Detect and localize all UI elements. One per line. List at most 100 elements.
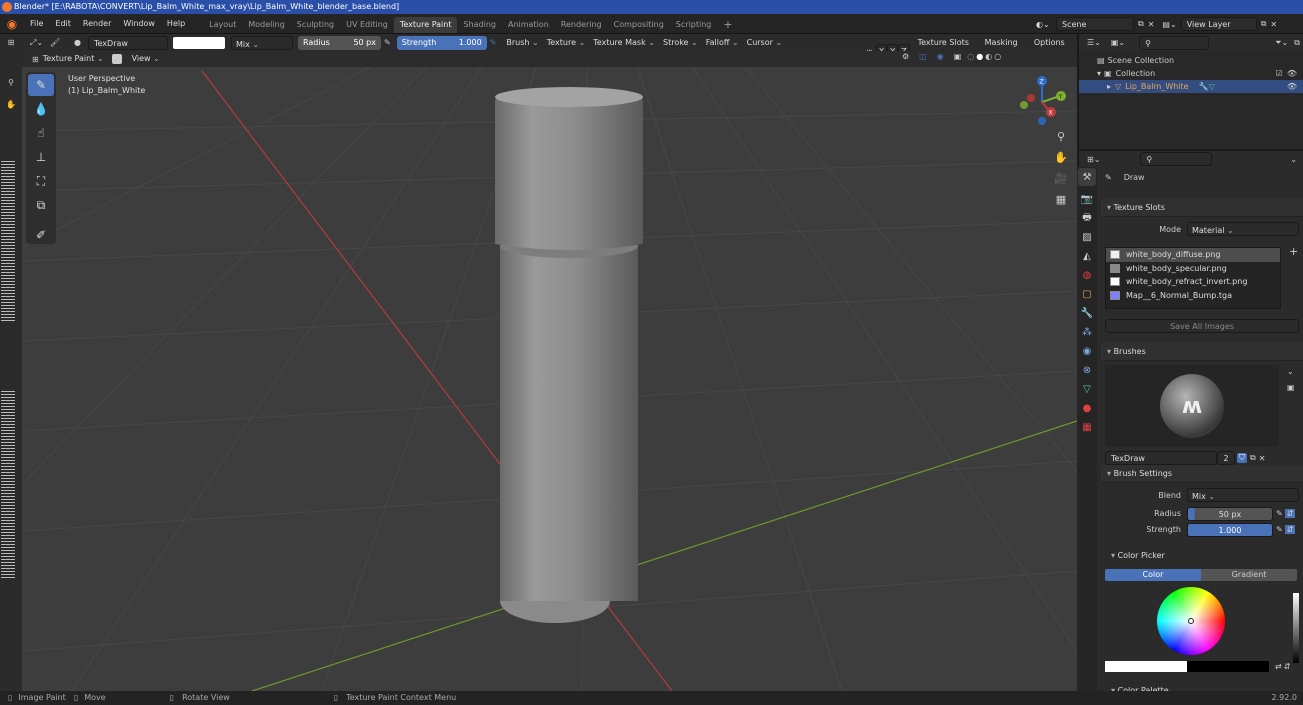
soften-tool-icon[interactable]: 💧 [28,98,54,120]
outliner-row-object[interactable]: ▸ ▽ Lip_Balm_White 🔧 ▽ 👁 [1079,80,1303,93]
pan-view-icon[interactable]: ✋ [1052,151,1070,172]
brush-browse-icon[interactable]: ● [74,38,88,47]
particles-tab-icon[interactable]: ⁂ [1078,323,1096,341]
shading-rendered-icon[interactable]: ○ [994,52,1001,61]
modifier-tab-icon[interactable]: 🔧 [1078,304,1096,322]
blend-dropdown[interactable]: Mix [1187,488,1299,502]
shading-material-icon[interactable]: ◐ [985,52,992,61]
tab-color[interactable]: Color [1105,569,1201,581]
swap-colors-icon[interactable]: ⇄ [1275,662,1282,671]
menu-falloff[interactable]: Falloff [702,35,743,51]
radius-pressure-icon[interactable]: ✎ [384,38,391,47]
outliner-row-scene-collection[interactable]: ▤ Scene Collection [1079,54,1303,67]
properties-editor-icon[interactable]: ⊞⌄ [1087,155,1100,164]
brush-name-field[interactable]: TexDraw [1105,451,1217,465]
mode-dropdown[interactable]: Material [1187,222,1299,236]
brush-settings-header[interactable]: Brush Settings [1101,465,1303,483]
value-slider[interactable] [1293,593,1299,663]
menu-brush[interactable]: Brush [502,35,542,51]
menu-stroke[interactable]: Stroke [659,35,702,51]
menu-render[interactable]: Render [77,14,117,34]
world-tab-icon[interactable]: ◍ [1078,266,1096,284]
overlay-icon[interactable]: ◫ [919,52,927,61]
side-scrollbar[interactable] [1,161,15,321]
tab-compositing[interactable]: Compositing [608,17,670,33]
brushes-header[interactable]: Brushes [1101,343,1303,361]
strength-unit-icon[interactable]: ⇵ [1284,525,1296,534]
fake-user-icon[interactable]: ⛉ [1237,453,1247,463]
add-slot-icon[interactable]: + [1289,245,1298,258]
remove-view-layer-icon[interactable]: ✕ [1270,20,1277,29]
menu-view[interactable]: View [128,51,164,67]
tab-shading[interactable]: Shading [457,17,502,33]
menu-cursor[interactable]: Cursor [743,35,787,51]
new-view-layer-icon[interactable]: ⧉ [1261,19,1267,29]
display-mode-icon[interactable]: ▣⌄ [1111,38,1125,47]
brush-preview[interactable]: ʍ [1105,365,1279,447]
strength-pressure-icon[interactable]: ✎ [490,38,497,47]
tab-layout[interactable]: Layout [203,17,242,33]
3d-viewport[interactable] [22,51,1077,691]
tab-animation[interactable]: Animation [502,17,555,33]
menu-texture-mask[interactable]: Texture Mask [589,35,659,51]
menu-help[interactable]: Help [161,14,191,34]
brush-name-field[interactable]: TexDraw [88,35,168,50]
menu-edit[interactable]: Edit [49,14,77,34]
radius-unit-icon[interactable]: ⇵ [1284,509,1296,518]
texture-slot-item[interactable]: Map__6_Normal_Bump.tga [1106,289,1280,303]
annotate-tool-icon[interactable]: ✐ [28,224,54,246]
primary-color-swatch[interactable] [1105,661,1187,672]
strength-slider[interactable]: Strength 1.000 [396,35,487,50]
brush-add-icon[interactable]: ▣ [1287,383,1295,392]
texture-slot-item[interactable]: white_body_diffuse.png [1106,248,1280,262]
shading-wire-icon[interactable]: ◌ [967,52,974,61]
remove-scene-icon[interactable]: ✕ [1148,20,1155,29]
smear-tool-icon[interactable]: ☝ [28,122,54,144]
mask-toggle-icon[interactable] [111,54,122,64]
menu-file[interactable]: File [24,14,49,34]
properties-search[interactable]: ⚲ [1140,152,1213,166]
gizmo-icon[interactable]: ⚙ [902,52,909,61]
collection-expand-icon[interactable]: ▾ [1097,69,1101,78]
blend-mode-dropdown[interactable]: Mix [231,35,293,50]
physics-tab-icon[interactable]: ◉ [1078,342,1096,360]
brush-color-swatch[interactable] [173,36,225,49]
fill-tool-icon[interactable]: ⛶ [28,170,54,192]
side-scrollbar-lower[interactable] [1,391,15,579]
new-collection-icon[interactable]: ⧉ [1294,38,1300,48]
scene-icon[interactable]: ◐⌄ [1036,20,1056,29]
editor-type-icon[interactable]: ⊞ [0,38,22,47]
outliner-editor-icon[interactable]: ☰⌄ [1087,38,1101,47]
paint-brush-icon[interactable]: 🖌 [50,38,66,47]
strength-field[interactable]: 1.000 [1187,522,1273,537]
object-visibility-icon[interactable]: 👁 [1287,82,1297,91]
xray-icon[interactable]: ◉ [937,52,944,61]
radius-pressure-icon-2[interactable]: ✎ [1276,509,1283,518]
mask-tool-icon[interactable]: ⧉ [28,194,54,216]
shading-solid-icon[interactable]: ● [976,52,983,61]
render-tab-icon[interactable]: 📷 [1078,190,1096,208]
texture-tab-icon[interactable]: ▦ [1078,418,1096,436]
secondary-color-swatch[interactable] [1187,661,1269,672]
object-tab-icon[interactable]: ▢ [1078,285,1096,303]
radius-slider[interactable]: Radius 50 px [298,35,381,50]
scene-field[interactable]: Scene [1056,17,1134,31]
brush-list-expand-icon[interactable]: ⌄ [1287,367,1294,376]
view-layer-field[interactable]: View Layer [1180,17,1257,31]
outliner-row-collection[interactable]: ▾ ▣ Collection ☑ 👁 [1079,67,1303,80]
color-picker-header[interactable]: Color Picker [1101,547,1303,565]
mode-dropdown[interactable]: Texture Paint [39,51,108,67]
add-workspace-icon[interactable]: + [717,17,738,33]
color-wheel[interactable] [1157,587,1225,655]
constraints-tab-icon[interactable]: ⊗ [1078,361,1096,379]
pan-icon[interactable]: ✋ [0,93,22,115]
output-tab-icon[interactable]: 🖶 [1078,209,1096,227]
scene-tab-icon[interactable]: ◭ [1078,247,1096,265]
xray-toggle-icon[interactable]: ▣ [954,52,962,61]
texture-slot-item[interactable]: white_body_refract_invert.png [1106,275,1280,289]
tab-modeling[interactable]: Modeling [242,17,290,33]
tab-rendering[interactable]: Rendering [555,17,608,33]
clone-tool-icon[interactable]: ⊥ [28,146,54,168]
tab-texture-paint[interactable]: Texture Paint [393,16,458,33]
material-tab-icon[interactable]: ● [1078,399,1096,417]
